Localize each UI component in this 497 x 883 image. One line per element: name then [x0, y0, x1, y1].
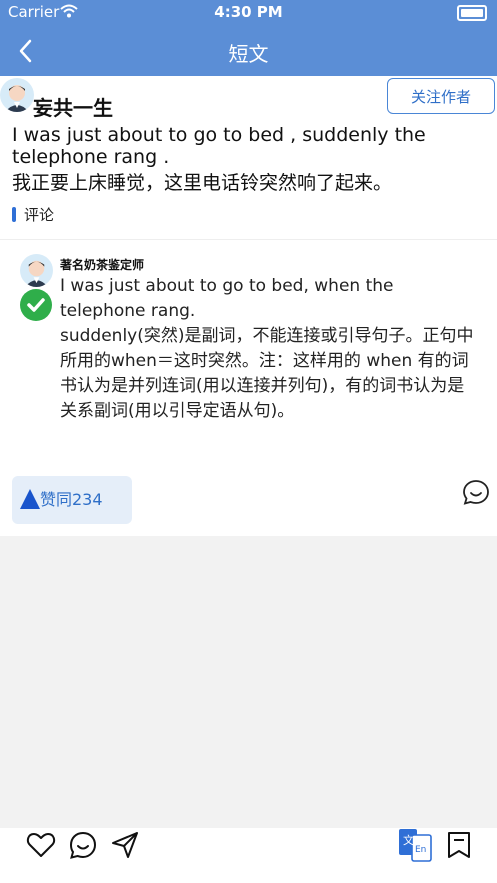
status-bar: Carrier 4:30 PM [0, 0, 497, 24]
bookmark-icon[interactable] [444, 830, 474, 860]
comments-header-label: 评论 [24, 206, 55, 224]
agree-label: 赞同234 [40, 490, 103, 509]
section-marker [12, 207, 16, 222]
agree-button[interactable]: 赞同234 [12, 476, 132, 524]
comments-header: 评论 [12, 204, 54, 225]
heart-icon[interactable] [26, 830, 56, 860]
author-name[interactable]: 妄共一生 [33, 92, 113, 121]
comment-text: I was just about to go to bed, when the … [60, 276, 474, 421]
top-navigation-bar: Carrier 4:30 PM 短文 [0, 0, 497, 76]
accepted-check-icon [20, 289, 52, 321]
avatar-icon [24, 260, 49, 287]
translate-icon[interactable]: 文 En [398, 828, 432, 862]
clock: 4:30 PM [214, 3, 283, 21]
sentence-chinese: 我正要上床睡觉，这里电话铃突然响了起来。 [12, 172, 393, 194]
author-avatar[interactable] [0, 78, 34, 112]
sentence-english: I was just about to go to bed , suddenly… [12, 124, 426, 168]
avatar-icon [5, 85, 29, 112]
svg-text:文: 文 [403, 833, 414, 847]
divider [0, 239, 497, 240]
upvote-icon [20, 489, 40, 509]
commenter-avatar[interactable] [20, 254, 53, 287]
page-title: 短文 [228, 42, 269, 66]
bottom-toolbar: 文 En [0, 828, 497, 883]
commenter-name[interactable]: 著名奶茶鉴定师 [60, 256, 144, 273]
share-icon[interactable] [110, 830, 140, 860]
comment-icon[interactable] [68, 830, 98, 860]
battery-icon [457, 5, 487, 21]
reply-bubble-icon[interactable] [462, 478, 490, 506]
follow-author-button[interactable]: 关注作者 [387, 78, 495, 114]
post-card: 妄共一生 关注作者 I was just about to go to bed … [0, 76, 497, 536]
svg-text:En: En [415, 845, 426, 855]
